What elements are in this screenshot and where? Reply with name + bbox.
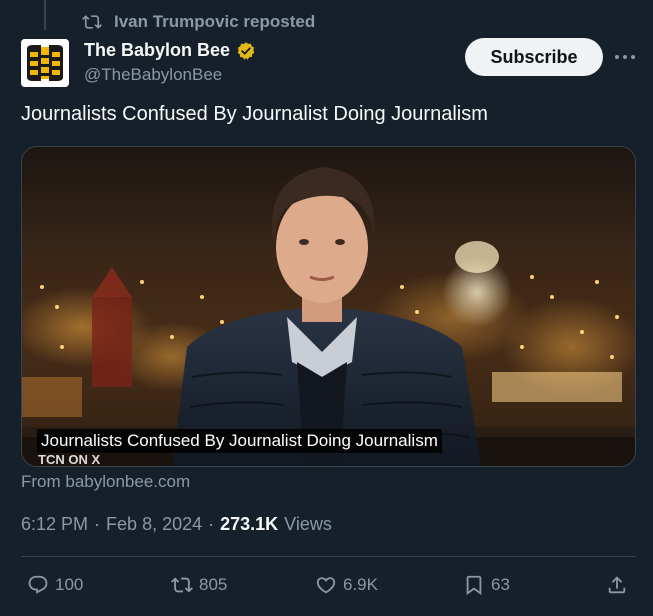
meta-separator: ·	[94, 514, 101, 534]
views-count: 273.1K	[220, 514, 279, 534]
repost-icon	[171, 577, 193, 593]
thread-line	[44, 0, 46, 30]
like-button[interactable]: 6.9K	[315, 570, 378, 600]
repost-text: Ivan Trumpovic reposted	[114, 12, 316, 31]
video-caption: Journalists Confused By Journalist Doing…	[37, 429, 442, 453]
bookmark-icon	[466, 575, 482, 596]
babylon-bee-logo-icon	[21, 39, 69, 87]
tweet-card: Ivan Trumpovic reposted The Babylon Bee	[0, 0, 653, 616]
divider	[21, 556, 636, 557]
bookmark-count: 63	[491, 575, 510, 594]
subscribe-button[interactable]: Subscribe	[465, 38, 603, 76]
author-handle[interactable]: @TheBabylonBee	[84, 65, 256, 85]
share-button[interactable]	[606, 570, 628, 600]
repost-button[interactable]: 805	[171, 570, 227, 600]
tweet-date[interactable]: Feb 8, 2024	[106, 514, 202, 535]
like-count: 6.9K	[343, 575, 378, 594]
share-icon	[608, 576, 626, 594]
reply-count: 100	[55, 575, 84, 594]
views-label: Views	[284, 514, 332, 534]
action-bar: 100 805 6.9K 63	[21, 570, 636, 600]
reply-button[interactable]: 100	[27, 570, 83, 600]
author-display-name[interactable]: The Babylon Bee	[84, 40, 230, 61]
verified-badge-icon[interactable]	[236, 41, 256, 61]
heart-icon	[316, 577, 336, 594]
more-options-icon[interactable]	[612, 46, 638, 68]
bookmark-button[interactable]: 63	[463, 570, 510, 600]
source-link[interactable]: From babylonbee.com	[21, 472, 190, 492]
author-info: The Babylon Bee @TheBabylonBee	[84, 40, 256, 85]
avatar[interactable]	[21, 39, 69, 87]
repost-context[interactable]: Ivan Trumpovic reposted	[82, 11, 315, 33]
repost-icon	[82, 15, 102, 29]
tweet-text: Journalists Confused By Journalist Doing…	[21, 103, 488, 125]
tweet-time[interactable]: 6:12 PM	[21, 514, 88, 535]
meta-separator: ·	[208, 514, 215, 534]
tweet-meta: 6:12 PM · Feb 8, 2024 · 273.1K Views	[21, 514, 332, 535]
reply-icon	[28, 575, 48, 594]
repost-count: 805	[199, 575, 228, 594]
video-thumbnail[interactable]: Journalists Confused By Journalist Doing…	[21, 146, 636, 467]
video-frame-image	[22, 147, 635, 466]
tcn-watermark: TCN ON X	[38, 452, 101, 467]
